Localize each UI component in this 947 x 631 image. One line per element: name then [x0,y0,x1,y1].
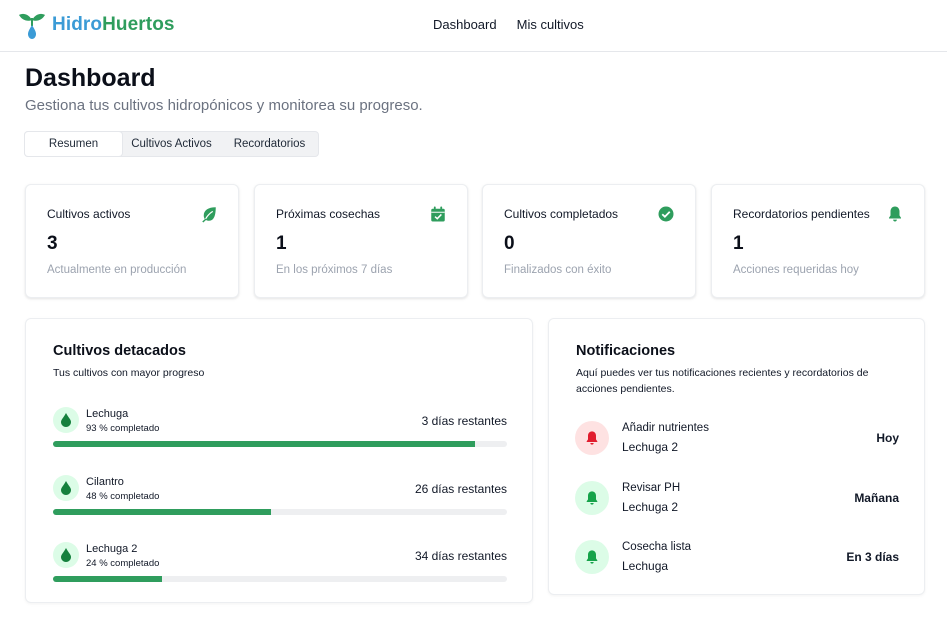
droplet-icon [61,481,71,495]
progress-bar [53,576,507,582]
bell-icon [586,550,598,564]
crop-name: Cilantro [86,476,124,488]
crop-days-remaining: 26 días restantes [414,482,507,496]
stat-subtitle: Actualmente en producción [47,264,187,276]
brand-name-part1: Hidro [52,14,103,35]
crop-item[interactable]: Lechuga 93 % completado 3 días restantes [53,407,507,457]
stat-label: Cultivos activos [47,207,131,221]
notification-time: En 3 días [846,550,899,564]
notification-item[interactable]: Revisar PH Lechuga 2 Mañana [575,481,899,521]
top-header: HidroHuertos Dashboard Mis cultivos [0,0,947,52]
stat-label: Próximas cosechas [276,207,381,221]
panel-subtitle: Tus cultivos con mayor progreso [53,367,205,379]
nav-my-crops-link[interactable]: Mis cultivos [517,17,584,32]
tab-active-crops[interactable]: Cultivos Activos [122,132,221,156]
stat-value: 1 [733,233,744,254]
crop-days-remaining: 3 días restantes [421,414,507,428]
notification-time: Mañana [854,491,899,505]
stat-card-pending-reminders: Recordatorios pendientes 1 Acciones requ… [711,184,925,298]
tab-bar: Resumen Cultivos Activos Recordatorios [24,131,319,157]
crop-item[interactable]: Lechuga 2 24 % completado 34 días restan… [53,542,507,592]
progress-bar [53,441,507,447]
notification-item[interactable]: Cosecha lista Lechuga En 3 días [575,540,899,580]
notification-crop: Lechuga 2 [622,440,679,454]
stat-card-active-crops: Cultivos activos 3 Actualmente en produc… [25,184,239,298]
stat-label: Recordatorios pendientes [733,207,870,221]
crop-progress-text: 48 % completado [86,491,160,502]
crop-progress-text: 93 % completado [86,423,160,434]
sprout-logo-icon [19,13,45,39]
nav-dashboard-link[interactable]: Dashboard [433,17,497,32]
stat-value: 3 [47,233,58,254]
calendar-check-icon [431,206,445,222]
notifications-panel: Notificaciones Aquí puedes ver tus notif… [548,318,925,595]
crop-name: Lechuga 2 [86,543,138,555]
progress-fill [53,576,162,582]
droplet-icon [61,548,71,562]
tab-reminders[interactable]: Recordatorios [221,132,318,156]
droplet-icon [61,413,71,427]
stat-subtitle: Acciones requeridas hoy [733,264,859,276]
brand-name-part2: Huertos [102,14,175,35]
tab-summary[interactable]: Resumen [25,132,122,156]
notification-time: Hoy [876,431,899,445]
bell-icon [586,431,598,445]
stat-card-completed-crops: Cultivos completados 0 Finalizados con é… [482,184,696,298]
leaf-icon [202,207,216,223]
page-subtitle: Gestiona tus cultivos hidropónicos y mon… [25,97,423,114]
notification-item[interactable]: Añadir nutrientes Lechuga 2 Hoy [575,421,899,461]
crop-name: Lechuga [86,408,129,420]
notification-title: Revisar PH [622,482,681,494]
main-nav: Dashboard Mis cultivos [433,17,584,32]
stat-label: Cultivos completados [504,207,619,221]
stat-subtitle: Finalizados con éxito [504,264,612,276]
stat-value: 1 [276,233,287,254]
bell-icon [586,491,598,505]
notification-title: Añadir nutrientes [622,422,709,434]
brand[interactable]: HidroHuertos [18,10,175,40]
crop-days-remaining: 34 días restantes [414,549,507,563]
stat-card-upcoming-harvests: Próximas cosechas 1 En los próximos 7 dí… [254,184,468,298]
stat-subtitle: En los próximos 7 días [276,264,393,276]
crop-progress-text: 24 % completado [86,558,160,569]
stat-value: 0 [504,233,515,254]
progress-bar [53,509,507,515]
notification-title: Cosecha lista [622,541,692,553]
panel-title: Notificaciones [576,343,676,359]
progress-fill [53,509,271,515]
progress-fill [53,441,476,447]
notification-crop: Lechuga [622,559,669,573]
notification-crop: Lechuga 2 [622,500,679,514]
check-circle-icon [658,206,674,222]
bell-icon [889,206,901,222]
crop-item[interactable]: Cilantro 48 % completado 26 días restant… [53,475,507,525]
featured-crops-panel: Cultivos detacados Tus cultivos con mayo… [25,318,533,603]
panel-title: Cultivos detacados [53,343,186,359]
page-title: Dashboard [25,64,156,92]
panel-subtitle: Aquí puedes ver tus notificaciones recie… [576,367,869,395]
